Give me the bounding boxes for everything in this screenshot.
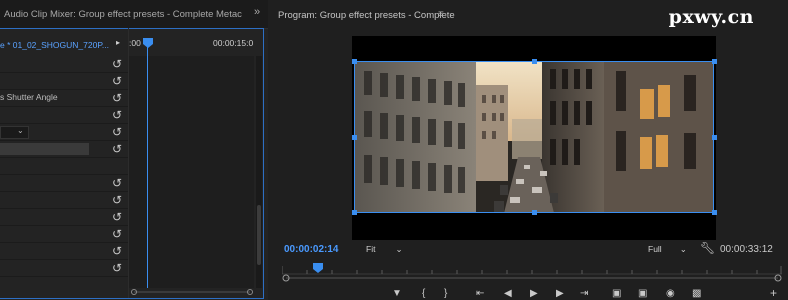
effect-properties-list: ↺ ↺ s Shutter Angle ↺ ↺ ⌄ ↺ ↺ ↺ ↺ ↺ ↺ ↺ ↺ [0,56,128,277]
reset-icon[interactable]: ↺ [112,210,122,224]
transform-handle-ml[interactable] [352,135,357,140]
property-row-dropdown: ⌄ ↺ [0,124,128,141]
property-row: ↺ [0,243,128,260]
step-back-icon[interactable]: ◀ [504,288,512,299]
shutter-angle-label: s Shutter Angle [0,92,58,102]
transform-handle-mr[interactable] [712,135,717,140]
export-frame-icon[interactable]: ◉ [666,288,675,299]
property-row: ↺ [0,226,128,243]
horizontal-zoom-scrollbar[interactable] [130,289,254,295]
property-dropdown[interactable]: ⌄ [0,126,29,139]
property-row-selected: ↺ [0,141,128,158]
go-to-in-icon[interactable]: ⇤ [476,288,484,299]
chevron-down-icon: ⌄ [395,244,403,254]
property-value-field[interactable] [0,143,89,155]
extract-icon[interactable]: ▣ [638,288,647,299]
transform-bounding-box[interactable] [354,61,714,213]
transform-handle-bc[interactable] [532,210,537,215]
vertical-scroll-thumb[interactable] [257,205,261,265]
program-monitor: Program: Group effect presets - Complete… [268,0,788,300]
effect-playhead-handle[interactable] [143,38,153,48]
program-monitor-title[interactable]: Program: Group effect presets - Complete [278,10,455,21]
reset-icon[interactable]: ↺ [112,227,122,241]
tab-overflow-icon[interactable]: » [254,6,260,18]
tab-metadata[interactable]: Metac [216,9,242,20]
transform-handle-tr[interactable] [712,59,717,64]
property-row: ↺ [0,192,128,209]
panel-menu-icon[interactable]: ≡ [438,9,444,20]
transport-controls: ▼ { } ⇤ ◀ ▶ ▶ ⇥ ▣ ▣ ◉ ▩ + [268,286,788,300]
add-marker-icon[interactable]: ▼ [392,288,402,299]
transform-handle-br[interactable] [712,210,717,215]
reset-icon[interactable]: ↺ [112,261,122,275]
reset-icon[interactable]: ↺ [112,176,122,190]
property-row: ↺ [0,175,128,192]
reset-icon[interactable]: ↺ [112,193,122,207]
transform-handle-bl[interactable] [352,210,357,215]
property-row: ↺ [0,73,128,90]
reset-icon[interactable]: ↺ [112,244,122,258]
play-only-icon[interactable]: ▸ [116,38,120,47]
left-tab-bar: Audio Clip Mixer: Group effect presets -… [0,0,268,29]
mark-out-icon[interactable]: } [444,288,447,299]
mark-in-icon[interactable]: { [422,288,425,299]
property-row: ↺ [0,56,128,73]
reset-icon[interactable]: ↺ [112,125,122,139]
transform-handle-tl[interactable] [352,59,357,64]
comparison-view-icon[interactable]: ▩ [692,288,701,299]
chevron-down-icon: ⌄ [17,126,24,135]
go-to-out-icon[interactable]: ⇥ [580,288,588,299]
button-editor-icon[interactable]: + [770,286,777,300]
property-row: ↺ [0,260,128,277]
ruler-start-time: :00 [129,38,141,48]
zoom-level-dropdown[interactable]: Fit ⌄ [366,244,403,255]
tab-audio-clip-mixer[interactable]: Audio Clip Mixer: Group effect presets -… [4,9,213,20]
ruler-end-time: 00:00:15:0 [213,38,254,48]
transform-handle-tc[interactable] [532,59,537,64]
step-forward-icon[interactable]: ▶ [556,288,564,299]
clip-name-label: e * 01_02_SHOGUN_720P... [0,40,109,50]
effect-controls-panel: Audio Clip Mixer: Group effect presets -… [0,0,268,300]
program-playhead-handle[interactable] [313,263,323,273]
reset-icon[interactable]: ↺ [112,142,122,156]
reset-icon[interactable]: ↺ [112,74,122,88]
watermark-text: pxwy.cn [668,6,754,28]
current-timecode[interactable]: 00:00:02:14 [284,244,338,255]
property-row: ↺ [0,209,128,226]
property-row: s Shutter Angle ↺ [0,90,128,107]
effect-playhead-line [147,40,148,288]
duration-timecode: 00:00:33:12 [720,244,773,255]
reset-icon[interactable]: ↺ [112,91,122,105]
property-row [0,158,128,175]
wrench-icon[interactable]: 🔧︎ [700,241,715,255]
reset-icon[interactable]: ↺ [112,108,122,122]
program-zoom-scrollbar[interactable] [282,274,782,282]
chevron-down-icon: ⌄ [679,244,687,254]
lift-icon[interactable]: ▣ [612,288,621,299]
property-row: ↺ [0,107,128,124]
play-icon[interactable]: ▶ [530,288,538,299]
reset-icon[interactable]: ↺ [112,57,122,71]
playback-resolution-dropdown[interactable]: Full ⌄ [648,244,687,255]
